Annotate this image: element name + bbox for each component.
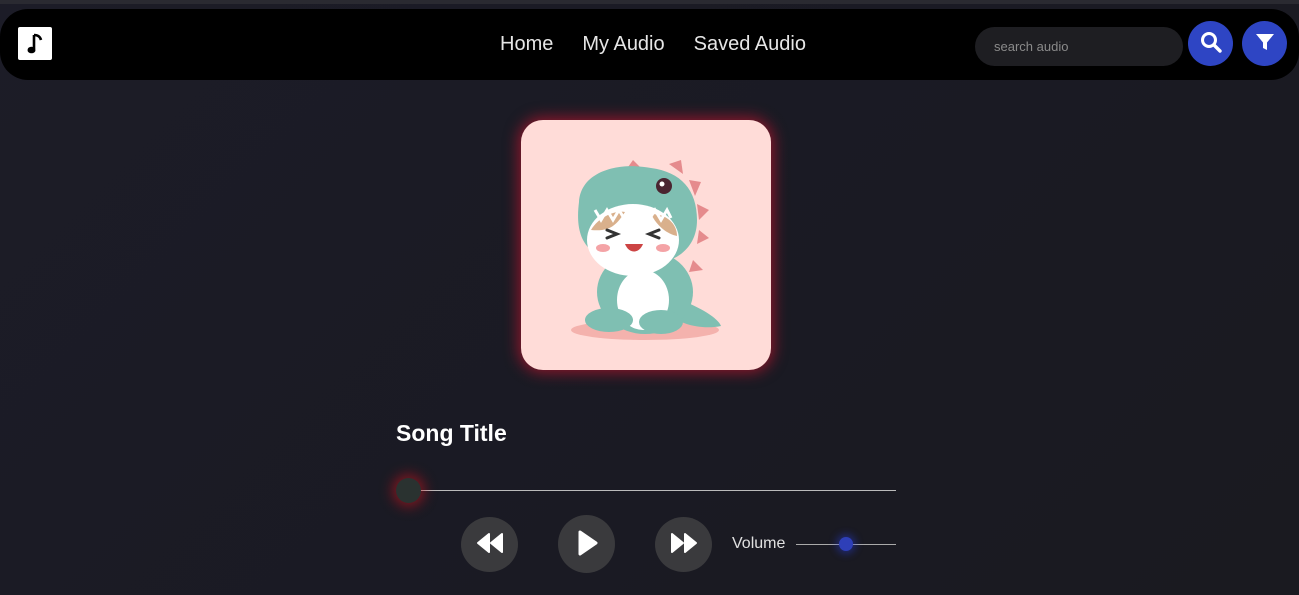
window-top-strip [0,0,1299,4]
navbar: Home My Audio Saved Audio [0,9,1299,80]
search-icon [1200,31,1222,56]
rewind-icon [475,532,505,557]
play-button[interactable] [558,515,615,573]
filter-button[interactable] [1242,21,1287,66]
filter-icon [1254,31,1276,56]
search-button[interactable] [1188,21,1233,66]
progress-thumb[interactable] [396,478,421,503]
song-title: Song Title [396,420,507,446]
music-note-icon[interactable] [18,27,52,60]
nav-link-home[interactable]: Home [500,33,553,55]
nav-link-saved-audio[interactable]: Saved Audio [694,33,806,55]
nav-link-my-audio[interactable]: My Audio [582,33,664,55]
volume-thumb[interactable] [839,537,853,551]
search-input[interactable] [975,27,1183,66]
progress-track[interactable] [408,490,896,491]
volume-label: Volume [732,535,786,552]
nav-links: Home My Audio Saved Audio [500,33,835,55]
dinosaur-cat-illustration [571,160,721,340]
album-cover [521,120,771,370]
fast-forward-icon [669,532,699,557]
play-icon [575,529,599,560]
fast-forward-button[interactable] [655,517,712,572]
rewind-button[interactable] [461,517,518,572]
